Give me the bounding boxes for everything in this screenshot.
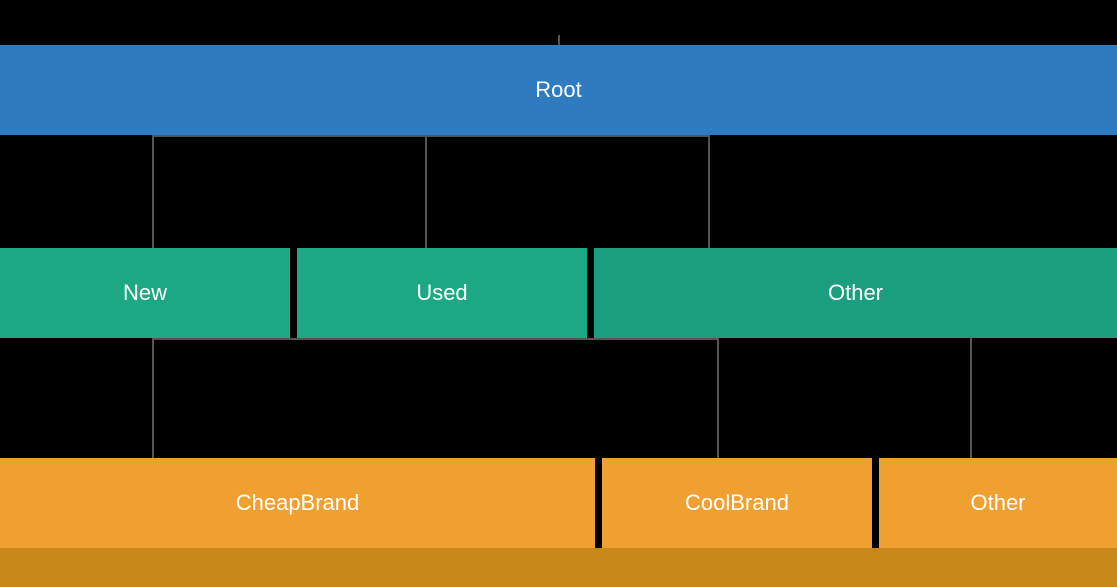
- connector-root-to-new: [152, 135, 154, 248]
- node-new[interactable]: New: [0, 248, 290, 338]
- connector-horizontal-bottom: [152, 338, 717, 340]
- node-other-orange-label: Other: [970, 490, 1025, 516]
- connector-root-to-used: [425, 135, 427, 248]
- node-new-label: New: [123, 280, 167, 306]
- node-other-green-label: Other: [828, 280, 883, 306]
- node-used[interactable]: Used: [297, 248, 587, 338]
- gold-bottom-bar: [0, 548, 1117, 587]
- connector-to-cheapbrand: [152, 338, 154, 458]
- connector-to-other-orange: [970, 338, 972, 458]
- node-other-orange[interactable]: Other: [879, 458, 1117, 548]
- connector-to-coolbrand: [717, 338, 719, 458]
- node-root[interactable]: Root: [0, 45, 1117, 135]
- node-other-green[interactable]: Other: [594, 248, 1117, 338]
- tree-diagram: Root New Used Other CheapBrand CoolBrand…: [0, 0, 1117, 587]
- tick-top-connector: [558, 35, 560, 45]
- node-coolbrand[interactable]: CoolBrand: [602, 458, 872, 548]
- connector-horizontal-top: [152, 135, 710, 137]
- node-root-label: Root: [535, 77, 581, 103]
- node-used-label: Used: [416, 280, 467, 306]
- node-cheapbrand-label: CheapBrand: [236, 490, 360, 516]
- node-coolbrand-label: CoolBrand: [685, 490, 789, 516]
- node-cheapbrand[interactable]: CheapBrand: [0, 458, 595, 548]
- connector-root-to-other: [708, 135, 710, 248]
